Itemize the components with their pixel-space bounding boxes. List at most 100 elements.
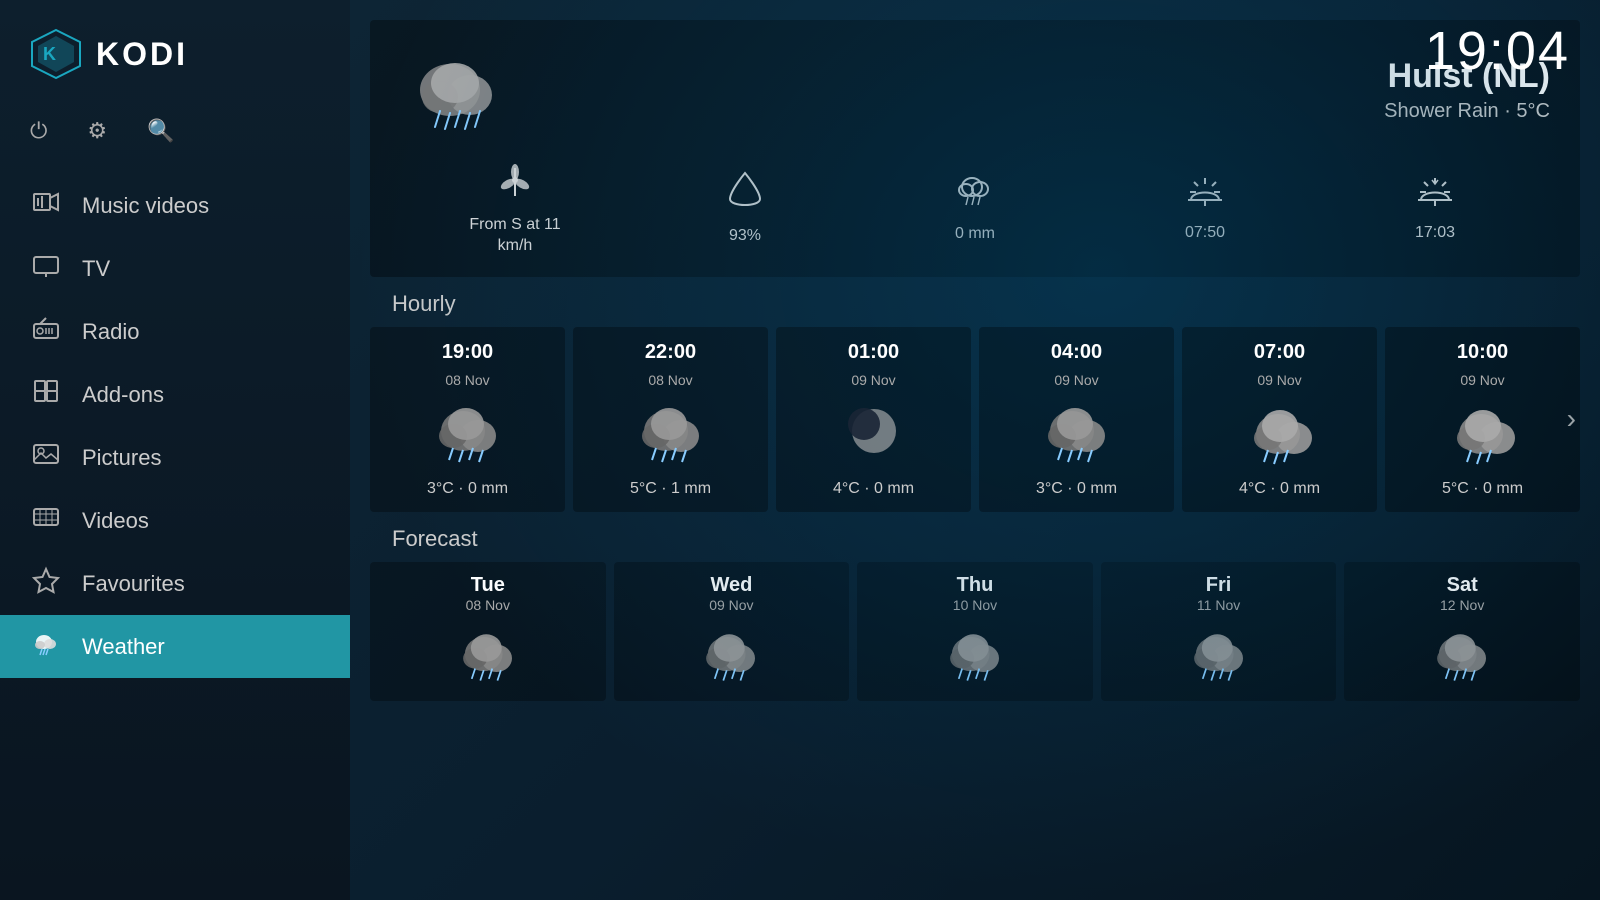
rain-value: 0 mm bbox=[955, 224, 995, 245]
logo-text: KODI bbox=[96, 36, 188, 73]
sidebar-item-favourites-label: Favourites bbox=[82, 571, 185, 597]
hour-date: 08 Nov bbox=[445, 372, 489, 388]
favourites-icon bbox=[30, 566, 62, 601]
hour-temp-rain: 5°C · 1 mm bbox=[630, 480, 711, 498]
sidebar: K KODI ⏻ ⚙ 🔍 Music videos bbox=[0, 0, 350, 900]
add-ons-icon bbox=[30, 377, 62, 412]
sidebar-item-music-videos[interactable]: Music videos bbox=[0, 174, 350, 237]
sunrise-icon bbox=[1184, 172, 1226, 217]
sidebar-item-tv[interactable]: TV bbox=[0, 237, 350, 300]
sidebar-item-videos[interactable]: Videos bbox=[0, 489, 350, 552]
clock-display: 19:04 bbox=[1425, 20, 1570, 82]
hourly-card[interactable]: 07:00 09 Nov 4°C · 0 mm bbox=[1182, 327, 1377, 512]
forecast-card[interactable]: Sat 12 Nov bbox=[1344, 562, 1580, 701]
forecast-date: 12 Nov bbox=[1440, 597, 1484, 613]
forecast-weather-icon bbox=[1422, 619, 1502, 689]
sunrise-value: 07:50 bbox=[1185, 223, 1225, 244]
forecast-card[interactable]: Wed 09 Nov bbox=[614, 562, 850, 701]
sidebar-item-weather-label: Weather bbox=[82, 634, 165, 660]
hourly-cards: 19:00 08 Nov 3°C · 0 mm 22:00 08 Nov bbox=[370, 327, 1580, 512]
hourly-card[interactable]: 10:00 09 Nov 5°C · 0 mm bbox=[1385, 327, 1580, 512]
forecast-section: Forecast Tue 08 Nov Wed 09 Nov bbox=[350, 512, 1600, 701]
sidebar-item-radio-label: Radio bbox=[82, 319, 139, 345]
hour-time: 04:00 bbox=[1051, 341, 1102, 364]
current-weather-top: Hulst (NL) Shower Rain · 5°C bbox=[400, 40, 1550, 140]
wind-icon bbox=[495, 160, 535, 209]
sunset-icon bbox=[1414, 172, 1456, 217]
hourly-card[interactable]: 01:00 09 Nov 4°C · 0 mm bbox=[776, 327, 971, 512]
sidebar-item-add-ons-label: Add-ons bbox=[82, 382, 164, 408]
sunset-stat: 17:03 bbox=[1320, 172, 1550, 244]
scroll-right-arrow[interactable]: › bbox=[1567, 403, 1576, 435]
sidebar-item-pictures[interactable]: Pictures bbox=[0, 426, 350, 489]
hour-temp-rain: 5°C · 0 mm bbox=[1442, 480, 1523, 498]
hourly-card[interactable]: 19:00 08 Nov 3°C · 0 mm bbox=[370, 327, 565, 512]
tv-icon bbox=[30, 251, 62, 286]
hourly-card[interactable]: 22:00 08 Nov 5°C · 1 mm bbox=[573, 327, 768, 512]
humidity-stat: 93% bbox=[630, 169, 860, 247]
forecast-day: Fri bbox=[1206, 574, 1232, 597]
hour-temp-rain: 4°C · 0 mm bbox=[1239, 480, 1320, 498]
sidebar-item-add-ons[interactable]: Add-ons bbox=[0, 363, 350, 426]
hour-time: 01:00 bbox=[848, 341, 899, 364]
hour-weather-icon bbox=[834, 396, 914, 466]
videos-icon bbox=[30, 503, 62, 538]
forecast-card[interactable]: Thu 10 Nov bbox=[857, 562, 1093, 701]
current-weather-icon bbox=[400, 40, 520, 140]
hour-weather-icon bbox=[631, 396, 711, 466]
hour-date: 09 Nov bbox=[1257, 372, 1301, 388]
hour-date: 09 Nov bbox=[851, 372, 895, 388]
hour-weather-icon bbox=[428, 396, 508, 466]
svg-text:K: K bbox=[43, 44, 56, 64]
forecast-day: Tue bbox=[471, 574, 505, 597]
hourly-section: Hourly 19:00 08 Nov 3°C · 0 mm 22:00 08 … bbox=[350, 277, 1600, 512]
power-icon[interactable]: ⏻ bbox=[30, 118, 47, 144]
rain-cloud-icon bbox=[954, 171, 996, 218]
forecast-weather-icon bbox=[935, 619, 1015, 689]
forecast-card[interactable]: Tue 08 Nov bbox=[370, 562, 606, 701]
sunset-value: 17:03 bbox=[1415, 223, 1455, 244]
nav-menu: Music videos TV bbox=[0, 174, 350, 900]
hour-date: 08 Nov bbox=[648, 372, 692, 388]
sidebar-item-videos-label: Videos bbox=[82, 508, 149, 534]
sidebar-item-tv-label: TV bbox=[82, 256, 110, 282]
hour-time: 07:00 bbox=[1254, 341, 1305, 364]
hour-time: 10:00 bbox=[1457, 341, 1508, 364]
search-icon[interactable]: 🔍 bbox=[147, 118, 174, 144]
hour-time: 22:00 bbox=[645, 341, 696, 364]
forecast-weather-icon bbox=[1179, 619, 1259, 689]
main-content: 19:04 Hulst (NL) bbox=[350, 0, 1600, 900]
forecast-cards: Tue 08 Nov Wed 09 Nov Thu bbox=[370, 562, 1580, 701]
hour-temp-rain: 3°C · 0 mm bbox=[427, 480, 508, 498]
hour-temp-rain: 4°C · 0 mm bbox=[833, 480, 914, 498]
forecast-day: Thu bbox=[957, 574, 994, 597]
weather-stats-bar: From S at 11km/h 93% bbox=[400, 160, 1550, 257]
hour-weather-icon bbox=[1443, 396, 1523, 466]
music-videos-icon bbox=[30, 188, 62, 223]
hourly-title: Hourly bbox=[370, 277, 1580, 327]
hour-date: 09 Nov bbox=[1460, 372, 1504, 388]
sidebar-item-music-videos-label: Music videos bbox=[82, 193, 209, 219]
hourly-scroll-wrapper: 19:00 08 Nov 3°C · 0 mm 22:00 08 Nov bbox=[370, 327, 1580, 512]
sidebar-item-pictures-label: Pictures bbox=[82, 445, 161, 471]
forecast-date: 08 Nov bbox=[466, 597, 510, 613]
forecast-date: 11 Nov bbox=[1197, 597, 1240, 613]
humidity-value: 93% bbox=[729, 226, 761, 247]
sidebar-item-weather[interactable]: Weather bbox=[0, 615, 350, 678]
forecast-weather-icon bbox=[691, 619, 771, 689]
logo-area: K KODI bbox=[0, 0, 350, 108]
settings-icon[interactable]: ⚙ bbox=[87, 118, 107, 144]
hour-weather-icon bbox=[1037, 396, 1117, 466]
hour-weather-icon bbox=[1240, 396, 1320, 466]
sidebar-item-favourites[interactable]: Favourites bbox=[0, 552, 350, 615]
current-weather-panel: Hulst (NL) Shower Rain · 5°C bbox=[370, 20, 1580, 277]
hour-temp-rain: 3°C · 0 mm bbox=[1036, 480, 1117, 498]
sidebar-item-radio[interactable]: Radio bbox=[0, 300, 350, 363]
forecast-card[interactable]: Fri 11 Nov bbox=[1101, 562, 1337, 701]
forecast-day: Wed bbox=[710, 574, 752, 597]
kodi-logo-icon: K bbox=[30, 28, 82, 80]
hourly-card[interactable]: 04:00 09 Nov 3°C · 0 mm bbox=[979, 327, 1174, 512]
rain-stat: 0 mm bbox=[860, 171, 1090, 245]
wind-stat: From S at 11km/h bbox=[400, 160, 630, 257]
weather-icon bbox=[30, 629, 62, 664]
